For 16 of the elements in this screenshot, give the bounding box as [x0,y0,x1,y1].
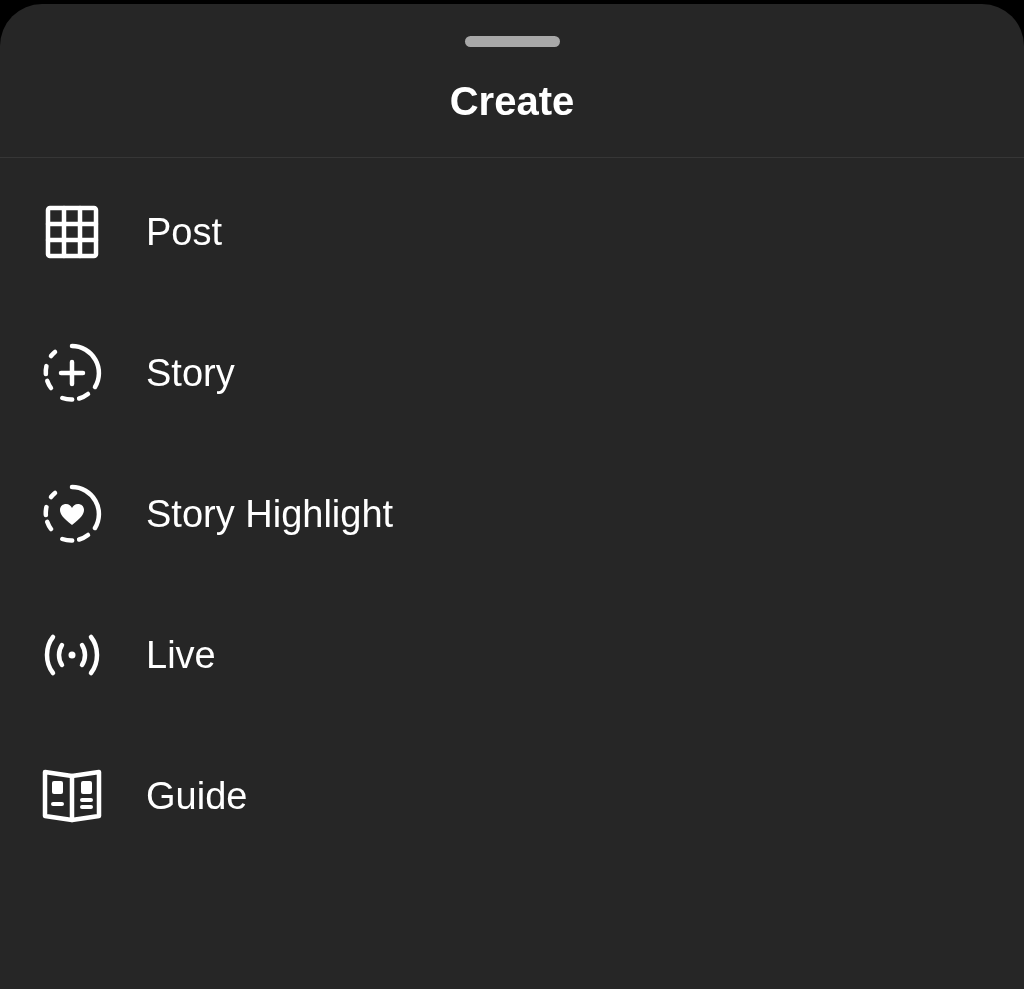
sheet-title: Create [449,78,575,125]
item-label: Live [146,632,216,678]
heart-circle-icon [41,482,103,545]
drag-handle[interactable] [464,36,560,47]
menu-item[interactable]: Post [0,161,1024,302]
item-label: Story Highlight [146,491,394,537]
item-label: Guide [146,773,248,819]
menu-item[interactable]: Live [0,584,1024,725]
menu-item[interactable]: Guide [0,725,1024,866]
plus-circle-icon [41,341,103,404]
menu-item[interactable]: Story [0,302,1024,443]
item-label: Post [146,209,223,255]
grid-icon [44,203,100,260]
open-book-icon [41,767,103,824]
item-label: Story [146,350,235,396]
menu-item[interactable]: Story Highlight [0,443,1024,584]
